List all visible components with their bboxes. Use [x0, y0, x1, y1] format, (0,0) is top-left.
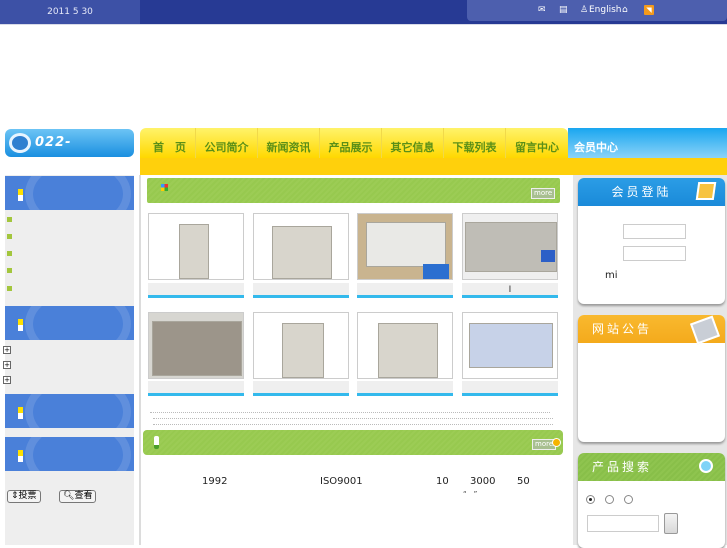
marker-icon [18, 319, 23, 331]
phone-banner: 022-29550000 [5, 129, 134, 178]
main-nav: 首 页 公司简介 新闻资讯 产品展示 其它信息 下载列表 留言中心 会员中心 [140, 128, 727, 158]
marker-icon [154, 436, 159, 449]
magnifier-icon: 🔍︎ [63, 491, 75, 501]
sidebar-header-4 [5, 437, 134, 471]
date-display: 2011 5 30 [0, 0, 140, 24]
notice-panel: 网站公告 [578, 315, 725, 442]
search-type-radio[interactable] [586, 495, 595, 504]
about-text-fragment: 50 [517, 476, 530, 487]
nav-sub-band [140, 158, 727, 175]
bullet-icon [7, 217, 12, 222]
home-icon[interactable]: ⌂ [622, 0, 628, 21]
divider [0, 24, 727, 25]
windows-icon [161, 184, 168, 191]
mail-icon[interactable]: ✉ [538, 0, 546, 21]
password-input[interactable] [623, 246, 686, 261]
telephone-icon [9, 133, 31, 153]
product-thumb[interactable] [462, 312, 558, 379]
rss-icon[interactable]: ◥ [644, 5, 654, 15]
product-caption[interactable] [357, 283, 453, 298]
bullet-icon [7, 286, 12, 291]
folder-icon [695, 182, 717, 200]
nav-item-home[interactable]: 首 页 [144, 128, 196, 158]
product-caption[interactable] [148, 283, 244, 298]
bullet-icon [7, 251, 12, 256]
vote-icon: ⇕ [11, 491, 19, 501]
vote-button[interactable]: ⇕投票 [7, 490, 41, 503]
view-button[interactable]: 🔍︎查看 [59, 490, 97, 503]
search-button[interactable] [664, 513, 678, 534]
sidebar-header-1 [5, 176, 134, 210]
nav-item-downloads[interactable]: 下载列表 [444, 128, 506, 158]
dotted-divider [153, 418, 553, 419]
search-type-radio[interactable] [624, 495, 633, 504]
product-caption[interactable] [462, 381, 558, 396]
arrow-circle-icon[interactable] [552, 438, 561, 447]
nav-item-about[interactable]: 公司简介 [196, 128, 258, 158]
dotted-divider [150, 412, 550, 413]
column-separator [139, 175, 141, 545]
products-header: more [147, 178, 560, 203]
dotted-divider [153, 424, 553, 425]
about-text-fragment: 3000 [470, 476, 496, 487]
product-thumb[interactable] [148, 312, 244, 379]
products-more-link[interactable]: more [531, 188, 556, 199]
login-panel: 会员登陆 mi [578, 178, 725, 304]
product-caption[interactable] [253, 381, 349, 396]
product-caption[interactable] [357, 381, 453, 396]
expand-icon[interactable]: + [3, 361, 11, 369]
nav-item-other[interactable]: 其它信息 [382, 128, 444, 158]
marker-icon [18, 407, 23, 419]
product-thumb[interactable] [462, 213, 558, 280]
nav-item-news[interactable]: 新闻资讯 [258, 128, 320, 158]
nav-item-guestbook[interactable]: 留言中心 [506, 128, 568, 158]
about-header: more [143, 430, 563, 455]
marker-icon [18, 450, 23, 462]
about-quotes: “ ” [463, 490, 478, 498]
username-input[interactable] [623, 224, 686, 239]
nav-item-members[interactable]: 会员中心 [570, 128, 622, 158]
about-text-fragment: 10 [436, 476, 449, 487]
sidebar-header-2 [5, 306, 134, 340]
phone-number: 022-29550000 [35, 135, 116, 178]
marker-icon [18, 189, 23, 201]
top-links: ✉ ▤ ♙ English ⌂ ◥ [467, 0, 727, 21]
about-text-fragment: 1992 [202, 476, 228, 487]
search-panel: 产品搜索 [578, 453, 725, 548]
product-caption[interactable]: I [462, 283, 558, 298]
login-label: mi [605, 270, 618, 281]
top-bar: 2011 5 30 ✉ ▤ ♙ English ⌂ ◥ [0, 0, 727, 24]
product-thumb[interactable] [148, 213, 244, 280]
product-thumb[interactable] [357, 312, 453, 379]
search-input[interactable] [587, 515, 659, 532]
user-icon: ♙ [580, 5, 589, 15]
bullet-icon [7, 268, 12, 273]
magnifier-icon [699, 459, 713, 473]
expand-icon[interactable]: + [3, 346, 11, 354]
english-link[interactable]: English [589, 0, 622, 21]
nav-item-products[interactable]: 产品展示 [320, 128, 382, 158]
search-type-radio[interactable] [605, 495, 614, 504]
product-thumb[interactable] [357, 213, 453, 280]
expand-icon[interactable]: + [3, 376, 11, 384]
product-thumb[interactable] [253, 312, 349, 379]
sidebar-header-3 [5, 394, 134, 428]
bullet-icon [7, 234, 12, 239]
about-text-fragment: ISO9001 [320, 476, 363, 487]
product-thumb[interactable] [253, 213, 349, 280]
bookmark-icon[interactable]: ▤ [559, 0, 568, 21]
product-caption[interactable] [253, 283, 349, 298]
product-caption[interactable] [148, 381, 244, 396]
